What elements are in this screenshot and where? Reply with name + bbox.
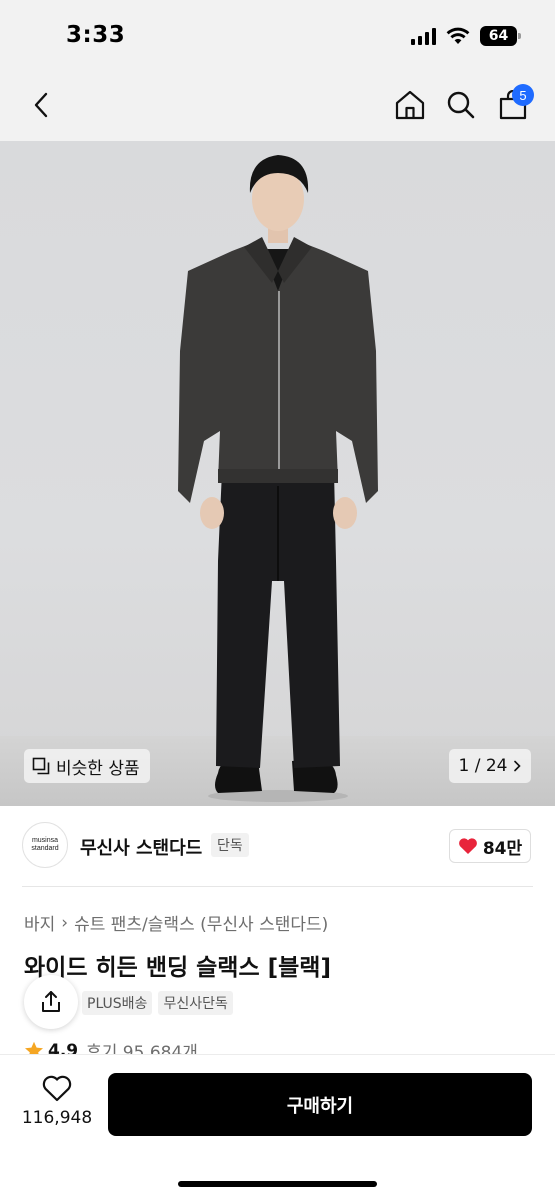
search-button[interactable] [443, 86, 479, 124]
cart-count-badge: 5 [512, 84, 534, 106]
tag-plus-delivery: PLUS배송 [82, 991, 153, 1015]
wishlist-count: 116,948 [21, 1108, 93, 1128]
brand-logo-line1: musinsa [31, 837, 59, 845]
similar-products-label: 비슷한 상품 [56, 758, 140, 779]
cart-button[interactable]: 5 [494, 84, 534, 124]
status-bar: 3:33 64 [0, 0, 555, 70]
brand-like-button[interactable]: 84만 [449, 829, 531, 863]
brand-logo-line2: standard [31, 845, 59, 852]
brand-row: musinsa standard 무신사 스탠다드 단독 84만 [0, 806, 555, 886]
chevron-left-icon [34, 92, 48, 118]
home-button[interactable] [392, 86, 428, 124]
product-title: 와이드 히든 밴딩 슬랙스 [블랙] [24, 955, 331, 981]
home-indicator [178, 1181, 377, 1187]
home-icon [395, 90, 425, 120]
back-button[interactable] [24, 86, 58, 124]
breadcrumb: 바지 › 슈트 팬츠/슬랙스 (무신사 스탠다드) [24, 910, 328, 936]
product-tags: PLUS배송 무신사단독 [82, 991, 233, 1015]
breadcrumb-item-subcategory[interactable]: 슈트 팬츠/슬랙스 (무신사 스탠다드) [74, 910, 328, 935]
breadcrumb-item-category[interactable]: 바지 [24, 910, 55, 935]
brand-like-count: 84만 [482, 838, 523, 859]
brand-name-link[interactable]: 무신사 스탠다드 [80, 834, 202, 860]
status-icons: 64 [411, 26, 521, 46]
product-image-gallery[interactable]: 비슷한 상품 1 / 24 [0, 141, 555, 806]
brand-logo[interactable]: musinsa standard [22, 822, 68, 868]
battery-icon: 64 [480, 26, 521, 46]
similar-products-button[interactable]: 비슷한 상품 [24, 749, 150, 783]
exclusive-badge: 단독 [211, 833, 249, 857]
search-icon [447, 91, 475, 119]
image-pager-button[interactable]: 1 / 24 [449, 749, 531, 783]
wifi-icon [446, 27, 470, 44]
share-button[interactable] [24, 975, 78, 1029]
breadcrumb-separator-icon: › [61, 912, 69, 933]
wishlist-button[interactable]: 116,948 [18, 1075, 96, 1137]
image-pager-text: 1 / 24 [458, 756, 508, 776]
share-icon [42, 991, 60, 1012]
chevron-right-icon [514, 760, 522, 772]
top-nav-bar: 5 [0, 70, 555, 141]
product-photo [178, 155, 378, 802]
bottom-purchase-bar: 116,948 구매하기 [0, 1054, 555, 1200]
buy-button[interactable]: 구매하기 [108, 1073, 532, 1136]
section-divider [22, 886, 533, 887]
battery-level: 64 [488, 28, 509, 44]
heart-filled-icon [458, 838, 477, 854]
status-time: 3:33 [66, 22, 126, 48]
tag-musinsa-exclusive: 무신사단독 [158, 991, 233, 1015]
heart-outline-icon [42, 1075, 72, 1102]
cellular-signal-icon [411, 27, 436, 45]
similar-items-icon [32, 757, 50, 775]
